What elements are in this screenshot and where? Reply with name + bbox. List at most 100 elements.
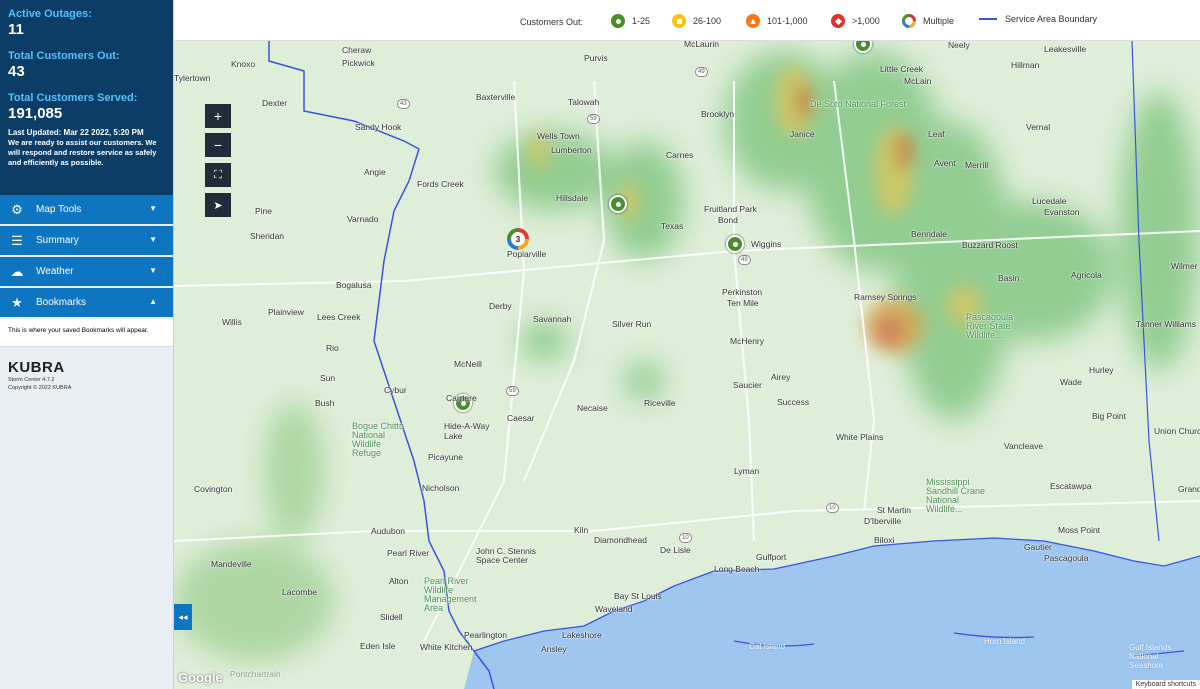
- place-label: Cybur: [384, 385, 407, 395]
- place-label: Agricola: [1071, 270, 1102, 280]
- place-label: Angie: [364, 167, 386, 177]
- place-label: Hillsdale: [556, 193, 589, 203]
- place-label: Pearl River: [387, 548, 430, 558]
- star-icon: ★: [11, 294, 23, 310]
- place-label: McHenry: [730, 336, 765, 346]
- highway-shield: 10: [679, 533, 692, 543]
- legend-item-1-25: 1-25: [611, 14, 650, 28]
- legend-item-26-100: 26-100: [672, 14, 721, 28]
- place-label: Long Beach: [714, 564, 760, 574]
- gear-icon: ⚙: [11, 201, 23, 217]
- map-canvas: [174, 41, 1200, 689]
- place-label: Plainview: [268, 307, 304, 317]
- place-label: Benndale: [911, 229, 947, 239]
- place-label: Hide-A-Way Lake: [444, 421, 490, 441]
- place-label: Hillman: [1011, 60, 1040, 70]
- outage-marker[interactable]: [726, 235, 744, 253]
- keyboard-shortcuts-link[interactable]: Keyboard shortcuts: [1131, 680, 1200, 689]
- zoom-in-button[interactable]: +: [205, 104, 231, 128]
- place-label: Caesar: [507, 413, 535, 423]
- place-label: Willis: [222, 317, 242, 327]
- chevron-up-icon: ▲: [149, 297, 157, 306]
- locate-arrow-icon[interactable]: ➤: [205, 193, 231, 217]
- place-label: Picayune: [428, 452, 463, 462]
- menu-weather[interactable]: ☁ Weather ▼: [0, 257, 173, 288]
- place-label: Union Church: [1154, 426, 1200, 436]
- place-label: Leaf: [928, 129, 945, 139]
- chevron-down-icon: ▼: [149, 204, 157, 213]
- list-icon: ☰: [11, 232, 23, 248]
- place-label: Lacombe: [282, 587, 317, 597]
- collapse-sidebar-button[interactable]: ◂◂: [174, 604, 192, 630]
- zoom-out-button[interactable]: −: [205, 133, 231, 157]
- place-label: Sandy Hook: [355, 122, 402, 132]
- kubra-logo: KUBRA: [8, 359, 65, 376]
- place-label: Mandeville: [211, 559, 252, 569]
- copyright-text: Copyright © 2022 KUBRA: [8, 385, 72, 391]
- place-label: Avent: [934, 158, 956, 168]
- sidebar: Active Outages: 11 Total Customers Out: …: [0, 0, 174, 689]
- customers-out-label: Total Customers Out:: [8, 50, 120, 62]
- place-label: Lucedale: [1032, 196, 1067, 206]
- place-label: White Kitchen: [420, 642, 473, 652]
- outage-stats-panel: Active Outages: 11 Total Customers Out: …: [0, 0, 173, 195]
- customers-served-value: 191,085: [8, 105, 63, 122]
- place-label: Texas: [661, 221, 684, 231]
- menu-map-tools[interactable]: ⚙ Map Tools ▼: [0, 195, 173, 226]
- place-label: Carriere: [446, 393, 477, 403]
- place-label: Basin: [998, 273, 1020, 283]
- place-label: De Soto National Forest: [810, 99, 907, 109]
- customers-served-label: Total Customers Served:: [8, 92, 138, 104]
- boundary-line-icon: [979, 18, 997, 20]
- place-label: Saucier: [733, 380, 762, 390]
- place-label: Lyman: [734, 466, 760, 476]
- bookmarks-empty-text: This is where your saved Bookmarks will …: [0, 319, 173, 347]
- place-label: Kiln: [574, 525, 589, 535]
- menu-summary[interactable]: ☰ Summary ▼: [0, 226, 173, 257]
- place-label: Neely: [948, 41, 970, 50]
- place-label: Ansley: [541, 644, 567, 654]
- place-label: Pickwick: [342, 58, 375, 68]
- menu-bookmarks[interactable]: ★ Bookmarks ▲: [0, 288, 173, 319]
- place-label: Pearlington: [464, 630, 508, 640]
- cluster-count: 3: [511, 232, 525, 246]
- place-label: Varnado: [347, 214, 379, 224]
- place-label: Pascagoula River State Wildlife...: [966, 312, 1014, 340]
- legend-label: 1-25: [632, 16, 651, 26]
- place-label: Leakesville: [1044, 44, 1087, 54]
- status-message: We are ready to assist our customers. We…: [8, 138, 157, 167]
- place-label: Pine: [255, 206, 273, 216]
- chevron-down-icon: ▼: [149, 266, 157, 275]
- place-label: Fords Creek: [417, 179, 464, 189]
- place-label: Wiggins: [751, 239, 782, 249]
- place-label: Bay St Louis: [614, 591, 662, 601]
- place-label: Knoxo: [231, 59, 256, 69]
- menu-weather-label: Weather: [36, 266, 74, 277]
- place-label: Sheridan: [250, 231, 285, 241]
- place-label: Carnes: [666, 150, 694, 160]
- highway-shield: 10: [826, 503, 839, 513]
- place-label: Bogue Chitto National Wildlife Refuge: [352, 421, 405, 458]
- place-label: Pearl River Wildlife Management Area: [424, 576, 477, 613]
- place-label: Success: [777, 397, 810, 407]
- place-label: Hurley: [1089, 365, 1114, 375]
- place-label: Riceville: [644, 398, 676, 408]
- place-label: Diamondhead: [594, 535, 647, 545]
- last-updated: Last Updated: Mar 22 2022, 5:20 PM: [8, 128, 144, 137]
- place-label: Wade: [1060, 377, 1082, 387]
- legend-label: Service Area Boundary: [1005, 14, 1098, 24]
- place-label: Buzzard Roost: [962, 240, 1018, 250]
- place-label: Janice: [790, 129, 815, 139]
- place-label: Wilmer: [1171, 261, 1198, 271]
- fullscreen-icon[interactable]: ⛶: [205, 163, 231, 187]
- active-outages-label: Active Outages:: [8, 8, 92, 20]
- multiple-outage-cluster[interactable]: 3: [507, 228, 529, 250]
- place-label: Savannah: [533, 314, 572, 324]
- cloud-icon: ☁: [10, 263, 24, 279]
- place-label: Alton: [389, 576, 409, 586]
- outage-map[interactable]: + − ⛶ ➤ 3 Tylertown Knoxo Dexter Cheraw …: [174, 41, 1200, 689]
- place-label: Vancleave: [1004, 441, 1044, 451]
- legend-bar: Customers Out: 1-25 26-100 101-1,000 >1,…: [174, 0, 1200, 41]
- legend-item-101-1000: 101-1,000: [746, 14, 808, 28]
- outage-marker[interactable]: [609, 195, 627, 213]
